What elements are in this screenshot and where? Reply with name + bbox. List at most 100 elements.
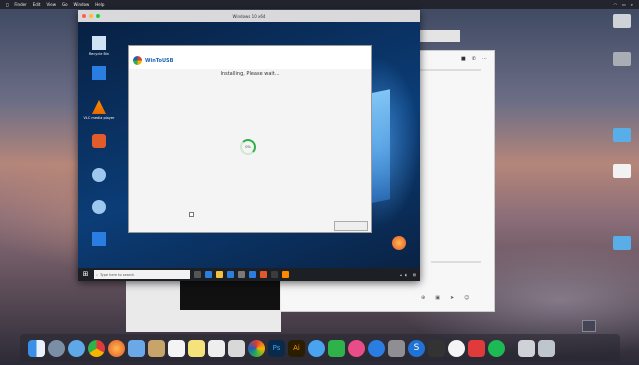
win-desktop-icon-7[interactable] — [80, 232, 118, 248]
background-toolbar — [420, 30, 460, 42]
dock: Ps Ai S — [20, 334, 620, 362]
install-status-text: Installing, Please wait... — [220, 71, 280, 77]
attach-icon[interactable]: ⊕ — [421, 295, 425, 301]
option-checkbox-row[interactable] — [189, 212, 197, 217]
mail-icon[interactable] — [128, 339, 145, 357]
more-icon[interactable]: ⋯ — [482, 56, 487, 62]
dialog-header: WinToUSB — [129, 53, 371, 69]
downloads-icon[interactable] — [518, 339, 535, 357]
win-desktop-icon-8[interactable] — [380, 236, 418, 252]
photoshop-icon[interactable]: Ps — [268, 339, 285, 357]
app-logo-icon — [133, 56, 142, 65]
calendar-icon[interactable] — [168, 339, 185, 357]
vm-titlebar: Windows 10 x64 — [78, 10, 420, 22]
taskbar-app-icon[interactable] — [271, 271, 278, 278]
system-preferences-icon[interactable] — [388, 339, 405, 357]
stickies-icon[interactable] — [188, 339, 205, 357]
folder-icon — [613, 236, 631, 250]
reminders-icon[interactable] — [208, 339, 225, 357]
menu-item-help[interactable]: Help — [95, 2, 104, 7]
messages-icon[interactable] — [308, 339, 325, 357]
skype-icon[interactable]: S — [408, 339, 425, 357]
app-icon — [92, 134, 106, 148]
app-icon — [392, 236, 406, 250]
taskbar-app-icon[interactable] — [260, 271, 267, 278]
desktop-icon-folder-2[interactable] — [608, 236, 636, 252]
parallels-icon[interactable] — [468, 339, 485, 357]
store-icon[interactable] — [227, 271, 234, 278]
image-icon[interactable]: ▣ — [435, 295, 440, 301]
emoji-icon[interactable]: ☺ — [464, 295, 469, 301]
menu-item-edit[interactable]: Edit — [33, 2, 41, 7]
progress-percent: 0% — [245, 145, 251, 149]
minimized-window-icon[interactable] — [582, 320, 596, 332]
illustrator-icon[interactable]: Ai — [288, 339, 305, 357]
win-desktop-icon-5[interactable] — [80, 168, 118, 184]
volume-icon[interactable]: ◖ — [405, 273, 407, 277]
app-icon — [92, 66, 106, 80]
video-call-icon[interactable]: ■ — [461, 56, 466, 62]
drive-icon — [613, 52, 631, 66]
send-icon[interactable]: ➤ — [450, 295, 454, 301]
wifi-icon[interactable]: ◠ — [613, 2, 617, 7]
menu-item-finder[interactable]: Finder — [14, 2, 26, 7]
desktop-icon-folder-1[interactable] — [608, 128, 636, 144]
spotlight-icon[interactable]: ⌕ — [631, 2, 633, 7]
app-icon — [92, 232, 106, 246]
windows-taskbar: ⊞ ⌕ Type here to search ▴ ◖ ▤ — [78, 268, 420, 281]
win-desktop-icon-vlc[interactable]: VLC media player — [80, 100, 118, 120]
phone-icon[interactable]: ✆ — [472, 56, 476, 62]
menu-item-window[interactable]: Window — [74, 2, 90, 7]
photos-icon[interactable] — [248, 339, 265, 357]
spotify-icon[interactable] — [488, 339, 505, 357]
facetime-icon[interactable] — [328, 339, 345, 357]
document-icon — [613, 164, 631, 178]
win-desktop-icon-2[interactable] — [80, 66, 118, 82]
battery-icon[interactable]: ▭ — [622, 2, 626, 7]
safari-icon[interactable] — [68, 339, 85, 357]
desktop-icon-drive-2[interactable] — [608, 52, 636, 68]
menu-item-go[interactable]: Go — [62, 2, 68, 7]
desktop-icon-drive-1[interactable] — [608, 14, 636, 30]
edge-icon[interactable] — [205, 271, 212, 278]
app-store-icon[interactable] — [368, 339, 385, 357]
win-desktop-icon-4[interactable] — [80, 134, 118, 150]
taskbar-app-icon[interactable] — [249, 271, 256, 278]
whatsapp-icon[interactable] — [448, 339, 465, 357]
file-explorer-icon[interactable] — [216, 271, 223, 278]
firefox-icon[interactable] — [108, 339, 125, 357]
desktop-icon-document[interactable] — [608, 164, 636, 180]
preview-icon[interactable] — [228, 339, 245, 357]
app-logo-text: WinToUSB — [145, 58, 174, 64]
dialog-titlebar — [129, 46, 371, 53]
folder-icon — [613, 128, 631, 142]
mail-icon[interactable] — [238, 271, 245, 278]
trash-icon[interactable] — [538, 339, 555, 357]
app-icon — [92, 200, 106, 214]
itunes-icon[interactable] — [348, 339, 365, 357]
footer-button[interactable] — [334, 221, 368, 231]
vlc-icon[interactable] — [282, 271, 289, 278]
network-icon[interactable]: ▴ — [400, 273, 402, 277]
recycle-bin-icon — [92, 36, 106, 50]
chrome-icon[interactable] — [88, 339, 105, 357]
menu-item-view[interactable]: View — [46, 2, 56, 7]
option-checkbox[interactable] — [189, 212, 194, 217]
win-desktop-icon-6[interactable] — [80, 200, 118, 216]
installer-dialog[interactable]: WinToUSB Installing, Please wait... 0% — [128, 45, 372, 233]
vm-title: Windows 10 x64 — [232, 13, 266, 19]
search-icon: ⌕ — [96, 272, 98, 277]
vlc-icon — [92, 100, 106, 114]
taskbar-search-input[interactable]: ⌕ Type here to search — [94, 270, 190, 279]
terminal-icon[interactable] — [428, 339, 445, 357]
menu-bar:  Finder Edit View Go Window Help ◠ ▭ ⌕ — [0, 0, 639, 9]
finder-icon[interactable] — [28, 339, 45, 357]
launchpad-icon[interactable] — [48, 339, 65, 357]
task-view-icon[interactable] — [194, 271, 201, 278]
app-icon — [92, 168, 106, 182]
apple-menu-icon[interactable]:  — [6, 2, 8, 7]
notes-icon[interactable] — [148, 339, 165, 357]
win-desktop-icon-recycle-bin[interactable]: Recycle Bin — [80, 36, 118, 56]
notification-icon[interactable]: ▤ — [413, 273, 416, 277]
windows-start-icon[interactable]: ⊞ — [81, 270, 90, 279]
